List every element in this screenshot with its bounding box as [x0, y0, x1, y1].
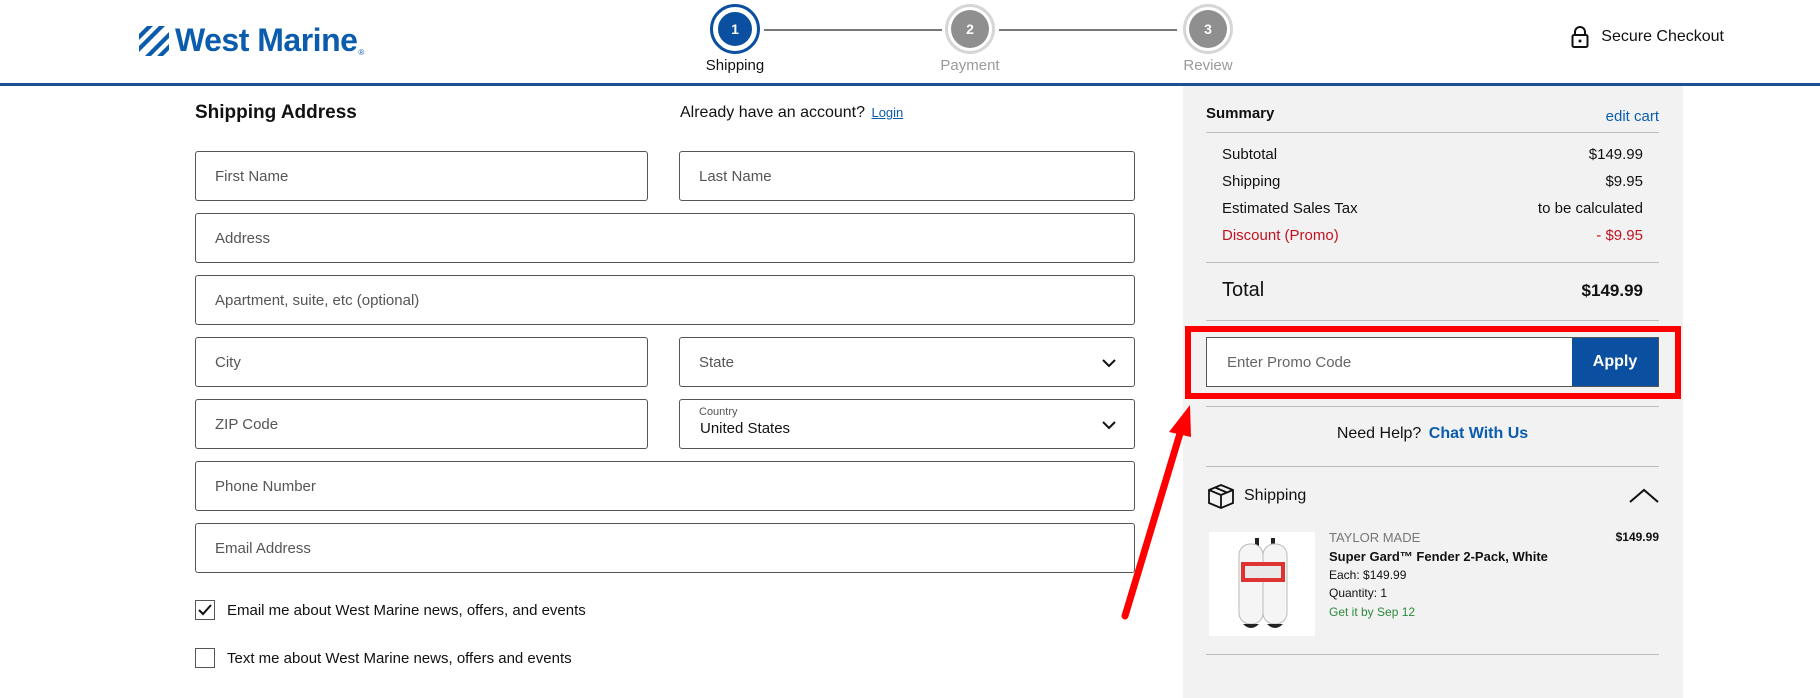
zip-input[interactable]: [196, 400, 647, 448]
subtotal-label: Subtotal: [1222, 146, 1278, 163]
step-circle: 3: [1183, 4, 1233, 54]
email-input[interactable]: [196, 524, 1134, 572]
tax-value: to be calculated: [1537, 200, 1643, 217]
header: West Marine ® 1 Shipping 2 Payment 3 Rev…: [0, 0, 1820, 86]
shipping-section-label: Shipping: [1244, 487, 1307, 504]
product-brand: TAYLOR MADE: [1329, 530, 1421, 545]
last-name-input[interactable]: [680, 152, 1134, 200]
lock-icon: [1571, 26, 1589, 48]
divider: [1206, 132, 1659, 133]
help-row: Need Help? Chat With Us: [1206, 425, 1659, 443]
shipping-row: Shipping $9.95: [1222, 173, 1643, 190]
summary-title: Summary: [1206, 105, 1275, 122]
step-shipping: 1 Shipping: [675, 4, 795, 74]
product-name[interactable]: Super Gard™ Fender 2-Pack, White: [1329, 549, 1659, 564]
login-link[interactable]: Login: [871, 105, 903, 120]
step-label: Shipping: [705, 57, 765, 74]
first-name-input[interactable]: [196, 152, 647, 200]
step-review: 3 Review: [1148, 4, 1268, 74]
help-prompt: Need Help?: [1336, 425, 1422, 442]
phone-field[interactable]: [195, 461, 1135, 511]
text-optin-checkbox[interactable]: [195, 648, 215, 668]
divider: [1206, 406, 1659, 407]
email-optin-label: Email me about West Marine news, offers,…: [227, 601, 586, 619]
delivery-estimate: Get it by Sep 12: [1329, 605, 1416, 619]
state-select[interactable]: State: [679, 337, 1135, 387]
step-payment: 2 Payment: [910, 4, 1030, 74]
zip-field[interactable]: [195, 399, 648, 449]
shipping-section-header[interactable]: Shipping: [1206, 482, 1659, 510]
country-value: United States: [700, 420, 791, 437]
divider: [1206, 466, 1659, 467]
product-image[interactable]: [1209, 532, 1315, 636]
address-field[interactable]: [195, 213, 1135, 263]
address-input[interactable]: [196, 214, 1134, 262]
last-name-field[interactable]: [679, 151, 1135, 201]
country-label: Country: [699, 406, 738, 418]
apartment-input[interactable]: [196, 276, 1134, 324]
chevron-down-icon: [1102, 359, 1116, 368]
checkout-progress: 1 Shipping 2 Payment 3 Review: [0, 0, 1820, 86]
chevron-up-icon[interactable]: [1629, 488, 1659, 504]
country-select[interactable]: Country United States: [679, 399, 1135, 449]
tax-row: Estimated Sales Tax to be calculated: [1222, 200, 1643, 217]
product-each-price: Each: $149.99: [1329, 568, 1407, 582]
discount-label: Discount (Promo): [1222, 227, 1339, 244]
secure-checkout: Secure Checkout: [1571, 26, 1724, 48]
step-label: Payment: [940, 57, 1000, 74]
subtotal-value: $149.99: [1588, 146, 1643, 163]
tax-label: Estimated Sales Tax: [1222, 200, 1358, 217]
state-select-value: State: [699, 353, 735, 371]
email-field[interactable]: [195, 523, 1135, 573]
email-optin-row[interactable]: Email me about West Marine news, offers,…: [195, 600, 586, 620]
city-input[interactable]: [196, 338, 647, 386]
step-circle: 2: [945, 4, 995, 54]
product-price: $149.99: [1615, 530, 1659, 544]
secure-checkout-label: Secure Checkout: [1601, 28, 1724, 45]
shipping-value: $9.95: [1605, 173, 1643, 190]
total-row: Total $149.99: [1222, 279, 1643, 302]
divider: [1206, 654, 1659, 655]
email-optin-checkbox[interactable]: [195, 600, 215, 620]
step-number: 2: [951, 10, 989, 48]
text-optin-row[interactable]: Text me about West Marine news, offers a…: [195, 648, 572, 668]
shipping-label: Shipping: [1222, 173, 1281, 190]
apartment-field[interactable]: [195, 275, 1135, 325]
edit-cart-link[interactable]: edit cart: [1606, 108, 1659, 125]
product-quantity: Quantity: 1: [1329, 586, 1388, 600]
divider: [1206, 262, 1659, 263]
step-number: 1: [716, 10, 754, 48]
phone-input[interactable]: [196, 462, 1134, 510]
checkmark-icon: [198, 604, 212, 616]
order-summary: Summary edit cart Subtotal $149.99 Shipp…: [1183, 86, 1683, 698]
account-prompt-text: Already have an account?: [680, 104, 866, 121]
total-value: $149.99: [1581, 281, 1643, 300]
text-optin-label: Text me about West Marine news, offers a…: [227, 649, 572, 667]
divider: [1206, 320, 1659, 321]
total-label: Total: [1222, 279, 1265, 301]
first-name-field[interactable]: [195, 151, 648, 201]
product-info: TAYLOR MADE Super Gard™ Fender 2-Pack, W…: [1329, 530, 1659, 619]
step-circle: 1: [710, 4, 760, 54]
discount-value: - $9.95: [1596, 227, 1643, 244]
package-box-icon: [1208, 484, 1234, 509]
step-number: 3: [1189, 10, 1227, 48]
promo-highlight-box: [1185, 326, 1681, 399]
discount-row: Discount (Promo) - $9.95: [1222, 227, 1643, 244]
fender-image: [1209, 532, 1315, 636]
chevron-down-icon: [1102, 421, 1116, 430]
shipping-address-title: Shipping Address: [195, 102, 357, 123]
city-field[interactable]: [195, 337, 648, 387]
account-prompt: Already have an account? Login: [680, 104, 903, 122]
subtotal-row: Subtotal $149.99: [1222, 146, 1643, 163]
step-label: Review: [1183, 57, 1233, 74]
chat-with-us-link[interactable]: Chat With Us: [1429, 425, 1528, 442]
